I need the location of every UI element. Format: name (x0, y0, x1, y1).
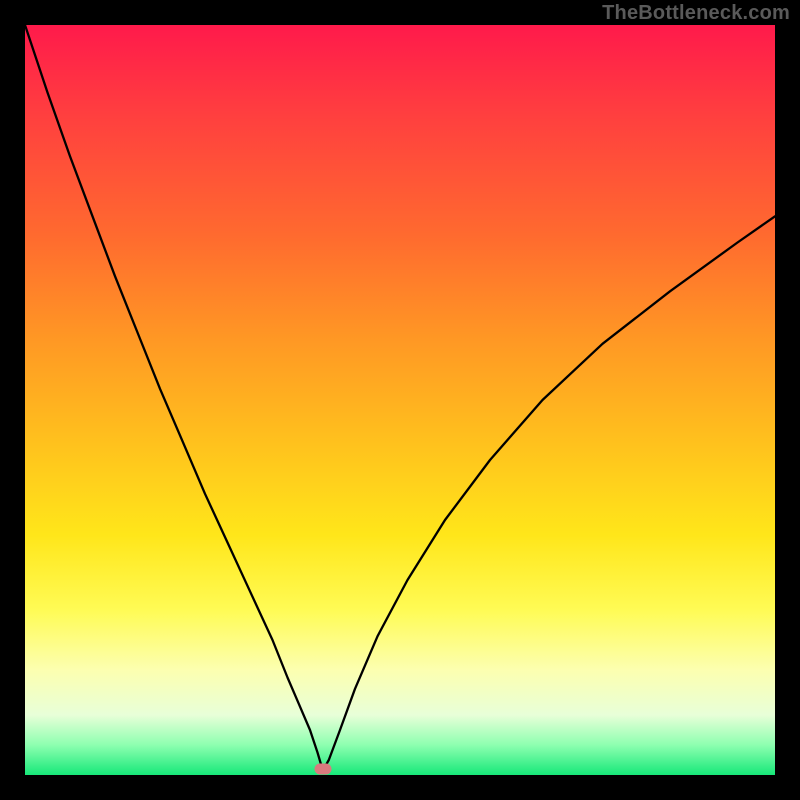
optimum-marker (314, 764, 331, 775)
plot-area (25, 25, 775, 775)
watermark-text: TheBottleneck.com (602, 2, 790, 25)
curve-layer (25, 25, 775, 775)
chart-frame: TheBottleneck.com (0, 0, 800, 800)
bottleneck-curve (25, 25, 775, 771)
